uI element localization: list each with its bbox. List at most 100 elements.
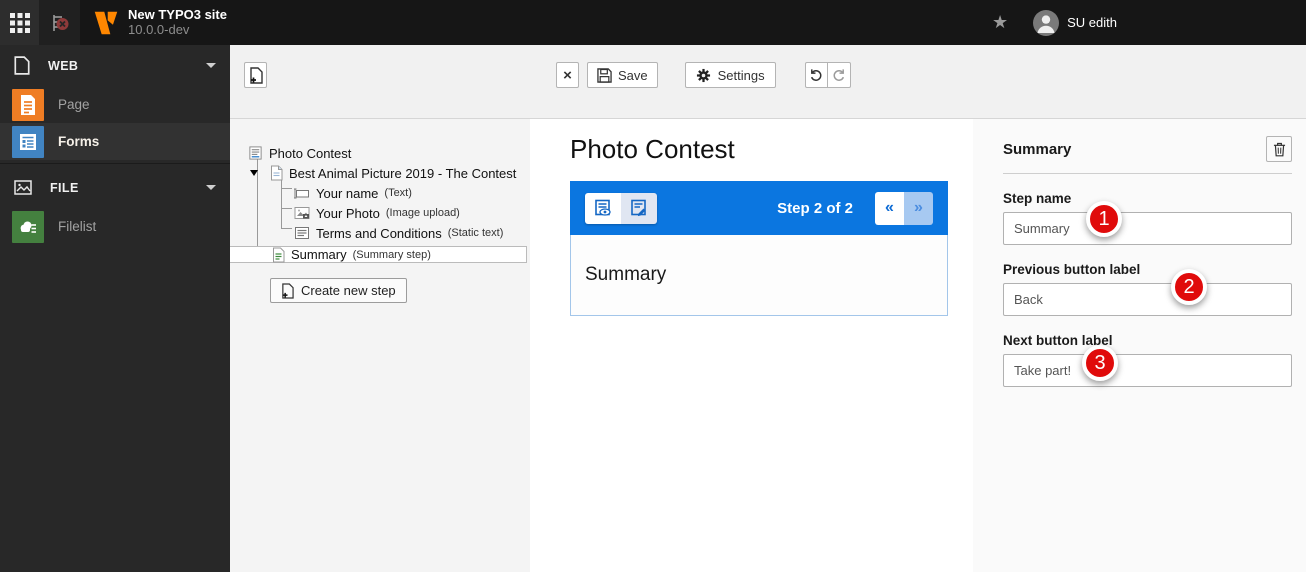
- previous-step-icon: «: [885, 199, 894, 217]
- preview-icon: [594, 199, 612, 217]
- step-header: Step 2 of 2 « »: [570, 181, 948, 235]
- save-label: Save: [618, 68, 648, 83]
- docheader-buttons: × Save Settings: [556, 62, 851, 88]
- field-label-previous-button: Previous button label: [1003, 262, 1292, 277]
- step-panel: Step 2 of 2 « » Summary: [570, 181, 948, 316]
- tree-item-type: (Static text): [448, 227, 504, 239]
- form-icon: [248, 145, 263, 161]
- module-sidebar: WEB Page: [0, 45, 230, 572]
- page-icon: [270, 165, 283, 181]
- sidebar-divider: [0, 163, 230, 164]
- site-title: New TYPO3 site: [128, 8, 227, 23]
- inspector-title: Summary: [1003, 141, 1071, 158]
- settings-label: Settings: [718, 68, 765, 83]
- new-page-icon: [249, 67, 263, 84]
- tree-item-type: (Image upload): [386, 207, 460, 219]
- next-step-icon: »: [914, 199, 923, 217]
- inspector-panel: Summary Step name Previous button label …: [973, 119, 1306, 572]
- form-structure-panel: Photo Contest Best Animal Picture 2019 -…: [230, 119, 530, 572]
- page-module-icon: [12, 89, 44, 121]
- pagetree-hidden-icon: [49, 12, 71, 34]
- tree-item-summary-selected[interactable]: Summary (Summary step): [230, 246, 527, 263]
- redo-button[interactable]: [828, 62, 851, 88]
- callout-badge-2: 2: [1171, 269, 1207, 305]
- tree-item-label: Your Photo: [316, 206, 380, 221]
- sidebar-item-filelist[interactable]: Filelist: [0, 208, 230, 245]
- next-step-button[interactable]: »: [904, 192, 933, 225]
- new-page-icon: [281, 283, 294, 299]
- typo3-backend: New TYPO3 site 10.0.0-dev ★ SU edith WEB: [0, 0, 1306, 572]
- image-upload-icon: [294, 206, 310, 220]
- tree-item-label: Summary: [291, 247, 347, 262]
- create-step-label: Create new step: [301, 283, 396, 298]
- typo3-version: 10.0.0-dev: [128, 23, 227, 38]
- modules-menu-button[interactable]: [0, 0, 39, 45]
- main-area: Photo Contest Best Animal Picture 2019 -…: [230, 119, 1306, 572]
- sidebar-section-file[interactable]: FILE: [0, 167, 230, 208]
- typo3-logo: [93, 9, 119, 37]
- tree-item-label: Your name: [316, 186, 378, 201]
- previous-button-label-input[interactable]: [1003, 283, 1292, 316]
- gear-icon: [696, 68, 711, 83]
- step-indicator: Step 2 of 2: [777, 200, 853, 217]
- view-mode-group: [585, 193, 657, 224]
- pagetree-toggle-button[interactable]: [39, 0, 80, 45]
- redo-icon: [832, 68, 846, 82]
- preview-mode-button[interactable]: [585, 193, 621, 224]
- form-title: Photo Contest: [570, 134, 973, 165]
- document-outline-icon: [14, 56, 30, 75]
- sidebar-item-page[interactable]: Page: [0, 86, 230, 123]
- collapse-caret-icon[interactable]: [250, 170, 258, 176]
- username: SU edith: [1067, 15, 1117, 30]
- bookmark-star-icon[interactable]: ★: [992, 12, 1008, 33]
- form-stage: Photo Contest: [530, 119, 973, 572]
- summary-step-icon: [272, 247, 285, 263]
- trash-icon: [1273, 142, 1286, 157]
- tree-item-type: (Summary step): [353, 249, 431, 261]
- tree-item-type: (Text): [384, 187, 412, 199]
- previous-step-button[interactable]: «: [875, 192, 904, 225]
- new-record-button[interactable]: [244, 62, 267, 88]
- step-name-input[interactable]: [1003, 212, 1292, 245]
- edit-mode-button[interactable]: [621, 193, 657, 224]
- form-tree: Photo Contest Best Animal Picture 2019 -…: [230, 119, 530, 263]
- create-new-step-button[interactable]: Create new step: [270, 278, 407, 303]
- next-button-label-input[interactable]: [1003, 354, 1292, 387]
- inspector-divider: [1003, 173, 1292, 174]
- history-buttons: [805, 62, 851, 88]
- tree-item-your-photo[interactable]: Your Photo (Image upload): [230, 203, 530, 223]
- tree-item-page[interactable]: Best Animal Picture 2019 - The Contest: [230, 163, 530, 183]
- undo-button[interactable]: [805, 62, 828, 88]
- undo-icon: [809, 68, 823, 82]
- section-label: WEB: [48, 59, 78, 73]
- step-pager: « »: [875, 192, 933, 225]
- avatar: [1033, 10, 1059, 36]
- tree-item-your-name[interactable]: Your name (Text): [230, 183, 530, 203]
- user-menu[interactable]: SU edith: [1033, 10, 1117, 36]
- sidebar-item-forms[interactable]: Forms: [0, 123, 230, 160]
- tree-item-label: Terms and Conditions: [316, 226, 442, 241]
- save-button[interactable]: Save: [587, 62, 658, 88]
- chevron-down-icon[interactable]: [206, 63, 216, 68]
- settings-button[interactable]: Settings: [685, 62, 776, 88]
- step-body[interactable]: Summary: [570, 235, 948, 316]
- save-icon: [597, 68, 612, 83]
- chevron-down-icon[interactable]: [206, 185, 216, 190]
- tree-item-terms[interactable]: Terms and Conditions (Static text): [230, 223, 530, 243]
- inspector-header: Summary: [1003, 136, 1292, 162]
- callout-badge-1: 1: [1086, 201, 1122, 237]
- section-label: FILE: [50, 181, 79, 195]
- edit-icon: [630, 199, 648, 217]
- close-button[interactable]: ×: [556, 62, 579, 88]
- image-outline-icon: [14, 180, 32, 195]
- sidebar-section-web[interactable]: WEB: [0, 45, 230, 86]
- site-info: New TYPO3 site 10.0.0-dev: [128, 8, 227, 38]
- filelist-module-icon: [12, 211, 44, 243]
- delete-step-button[interactable]: [1266, 136, 1292, 162]
- static-text-icon: [294, 226, 310, 240]
- top-bar: New TYPO3 site 10.0.0-dev ★ SU edith: [0, 0, 1306, 45]
- close-icon: ×: [563, 67, 572, 84]
- tree-item-form-root[interactable]: Photo Contest: [230, 143, 530, 163]
- step-body-label: Summary: [585, 264, 666, 286]
- tree-item-label: Best Animal Picture 2019 - The Contest: [289, 166, 516, 181]
